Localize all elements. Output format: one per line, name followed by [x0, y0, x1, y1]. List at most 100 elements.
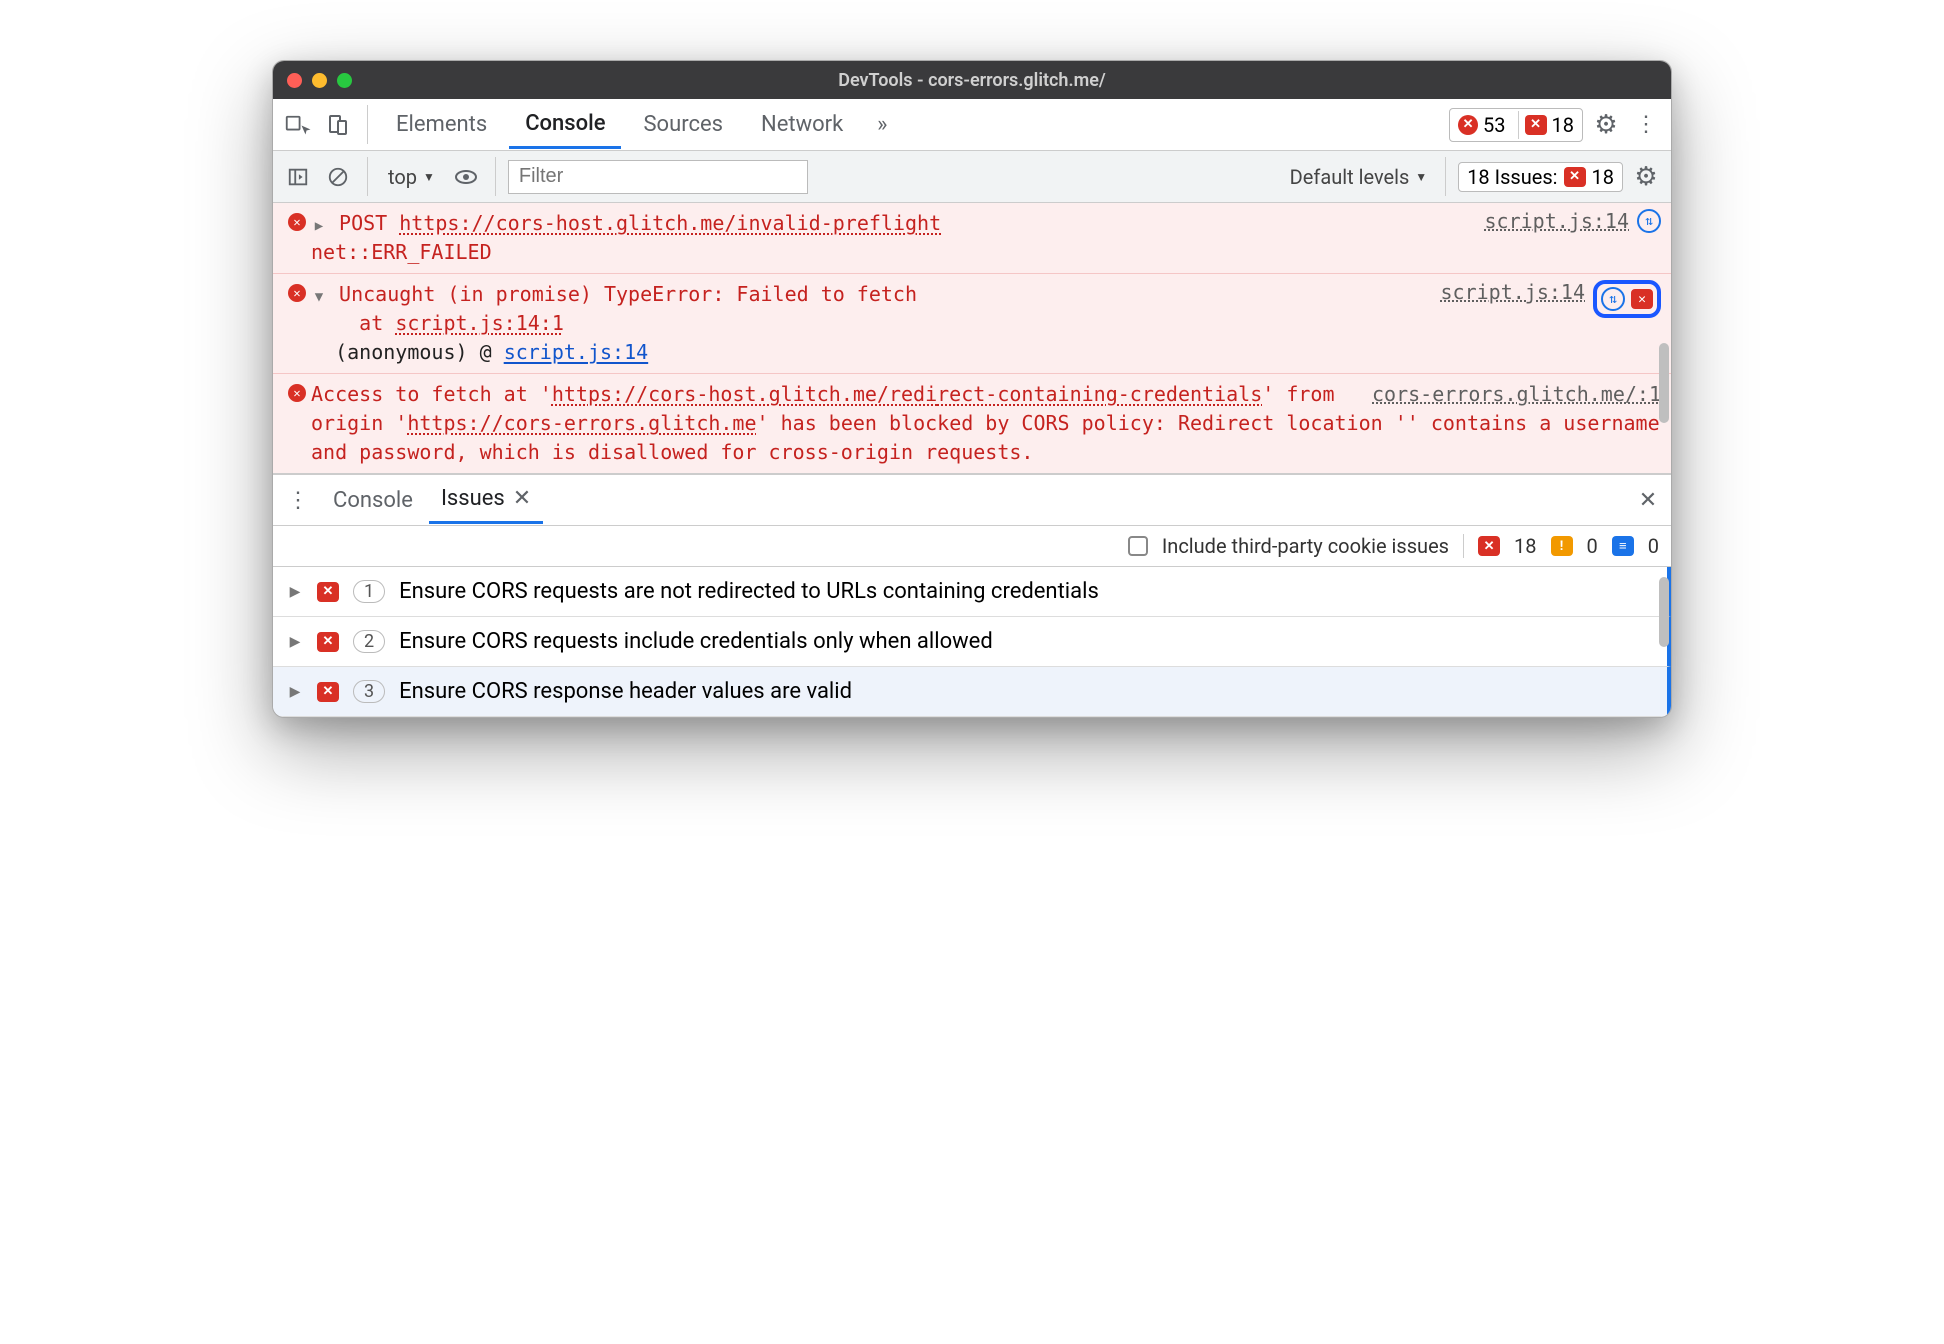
window-title: DevTools - cors-errors.glitch.me/ — [273, 70, 1671, 91]
console-output: ✕ ▶ POST https://cors-host.glitch.me/inv… — [273, 203, 1671, 474]
clear-console-icon[interactable] — [321, 160, 355, 194]
request-url[interactable]: https://cors-host.glitch.me/invalid-pref… — [399, 211, 941, 235]
info-badge-count: 0 — [1648, 534, 1659, 558]
disclosure-closed-icon[interactable]: ▶ — [311, 216, 327, 236]
blocked-url[interactable]: https://cors-host.glitch.me/redi — [552, 382, 937, 406]
context-label: top — [388, 165, 417, 189]
issue-count: 2 — [353, 630, 385, 653]
chevron-down-icon: ▼ — [423, 170, 435, 184]
divider — [495, 157, 496, 196]
devtools-window: DevTools - cors-errors.glitch.me/ Elemen… — [272, 60, 1672, 718]
source-link[interactable]: cors-errors.glitch.me/:1 — [1372, 380, 1661, 409]
disclosure-closed-icon[interactable]: ▶ — [287, 584, 303, 600]
include-cookies-label: Include third-party cookie issues — [1162, 534, 1449, 558]
issue-row[interactable]: ▶ ✕ 3 Ensure CORS response header values… — [273, 667, 1671, 717]
issues-filter-bar: Include third-party cookie issues ✕ 18 !… — [273, 526, 1671, 567]
context-selector[interactable]: top ▼ — [380, 163, 443, 191]
tab-sources[interactable]: Sources — [627, 102, 739, 147]
levels-label: Default levels — [1290, 165, 1410, 189]
issues-list: ▶ ✕ 1 Ensure CORS requests are not redir… — [273, 567, 1671, 717]
request-icon[interactable]: ⇅ — [1637, 209, 1661, 233]
origin-url[interactable]: https://cors-errors.glitch.me — [407, 411, 756, 435]
error-headline: Uncaught (in promise) TypeError: Failed … — [339, 282, 917, 306]
issues-summary[interactable]: 18 Issues: ✕ 18 — [1458, 162, 1623, 192]
console-settings-icon[interactable]: ⚙ — [1629, 160, 1663, 194]
more-tabs-icon[interactable]: » — [865, 108, 899, 142]
live-expression-icon[interactable] — [449, 160, 483, 194]
chevron-down-icon: ▼ — [1415, 170, 1427, 184]
error-icon: ✕ — [288, 284, 306, 302]
annotation-highlight: ⇅ ✕ — [1593, 280, 1661, 318]
scrollbar-thumb[interactable] — [1659, 577, 1669, 647]
issue-row[interactable]: ▶ ✕ 1 Ensure CORS requests are not redir… — [273, 567, 1671, 617]
error-code: net::ERR_FAILED — [311, 240, 492, 264]
kebab-menu-icon[interactable]: ⋮ — [1629, 108, 1663, 142]
sidebar-toggle-icon[interactable] — [281, 160, 315, 194]
warning-badge-icon: ! — [1551, 536, 1573, 556]
device-toolbar-icon[interactable] — [321, 108, 355, 142]
divider — [1445, 157, 1446, 196]
close-tab-icon[interactable]: ✕ — [513, 486, 531, 511]
console-message: cors-errors.glitch.me/:1 Access to fetch… — [311, 380, 1661, 467]
log-levels-selector[interactable]: Default levels ▼ — [1284, 165, 1434, 189]
source-link[interactable]: script.js:14 — [1485, 209, 1630, 233]
status-counters[interactable]: ✕ 53 ✕ 18 — [1449, 108, 1583, 142]
settings-icon[interactable]: ⚙ — [1589, 108, 1623, 142]
disclosure-closed-icon[interactable]: ▶ — [287, 684, 303, 700]
issue-count: 3 — [353, 680, 385, 703]
issue-kind-icon: ✕ — [317, 632, 339, 652]
divider — [367, 105, 368, 144]
drawer-tab-console[interactable]: Console — [321, 478, 425, 523]
stack-link[interactable]: script.js:14 — [504, 340, 649, 364]
inspect-element-icon[interactable] — [281, 108, 315, 142]
issue-title: Ensure CORS requests are not redirected … — [399, 579, 1099, 604]
drawer-menu-icon[interactable]: ⋮ — [279, 488, 317, 513]
at-prefix: at — [359, 311, 383, 335]
issue-link-icon[interactable]: ✕ — [1631, 289, 1653, 309]
include-cookies-checkbox[interactable] — [1128, 536, 1148, 556]
error-badge-icon: ✕ — [1478, 536, 1500, 556]
tab-console[interactable]: Console — [509, 101, 621, 149]
blocked-url[interactable]: rect-containing-credentials — [937, 382, 1262, 406]
console-message: ▶ POST https://cors-host.glitch.me/inval… — [311, 209, 1477, 267]
divider — [367, 157, 368, 196]
divider — [1463, 534, 1464, 558]
source-link[interactable]: script.js:14 — [1441, 280, 1586, 304]
warning-badge-count: 0 — [1587, 534, 1598, 558]
issues-counter[interactable]: ✕ 18 — [1518, 111, 1580, 139]
issues-badge-count: 18 — [1592, 165, 1614, 189]
tab-network[interactable]: Network — [745, 102, 859, 147]
stack-location[interactable]: script.js:14:1 — [395, 311, 564, 335]
close-drawer-icon[interactable]: ✕ — [1631, 483, 1665, 517]
issues-badge-icon: ✕ — [1564, 167, 1586, 187]
error-icon: ✕ — [1458, 115, 1478, 135]
console-error-row[interactable]: ✕ cors-errors.glitch.me/:1 Access to fet… — [273, 374, 1671, 474]
http-method: POST — [339, 211, 387, 235]
drawer-tabs: ⋮ Console Issues ✕ ✕ — [273, 474, 1671, 526]
console-error-row[interactable]: ✕ ▶ POST https://cors-host.glitch.me/inv… — [273, 203, 1671, 274]
stack-anon: (anonymous) — [335, 340, 467, 364]
issues-count: 18 — [1552, 113, 1574, 137]
filter-input[interactable] — [508, 160, 808, 194]
issue-row[interactable]: ▶ ✕ 2 Ensure CORS requests include crede… — [273, 617, 1671, 667]
main-toolbar: Elements Console Sources Network » ✕ 53 … — [273, 99, 1671, 151]
disclosure-open-icon[interactable]: ▼ — [311, 287, 327, 307]
request-icon[interactable]: ⇅ — [1601, 287, 1625, 311]
scrollbar-thumb[interactable] — [1659, 343, 1669, 423]
drawer-tab-issues[interactable]: Issues ✕ — [429, 476, 543, 524]
issue-title: Ensure CORS response header values are v… — [399, 679, 852, 704]
console-toolbar: top ▼ Default levels ▼ 18 Issues: ✕ 18 ⚙ — [273, 151, 1671, 203]
at-symbol: @ — [480, 340, 492, 364]
info-badge-icon: ≡ — [1612, 536, 1634, 556]
issues-prefix: 18 Issues: — [1467, 165, 1557, 189]
error-icon: ✕ — [288, 213, 306, 231]
issues-badge-icon: ✕ — [1525, 115, 1547, 135]
tab-elements[interactable]: Elements — [380, 102, 503, 147]
drawer-tab-label: Issues — [441, 486, 505, 511]
console-error-row[interactable]: ✕ ▼ Uncaught (in promise) TypeError: Fai… — [273, 274, 1671, 374]
disclosure-closed-icon[interactable]: ▶ — [287, 634, 303, 650]
titlebar: DevTools - cors-errors.glitch.me/ — [273, 61, 1671, 99]
error-icon: ✕ — [288, 384, 306, 402]
error-counter[interactable]: ✕ 53 — [1452, 111, 1511, 139]
issue-kind-icon: ✕ — [317, 682, 339, 702]
